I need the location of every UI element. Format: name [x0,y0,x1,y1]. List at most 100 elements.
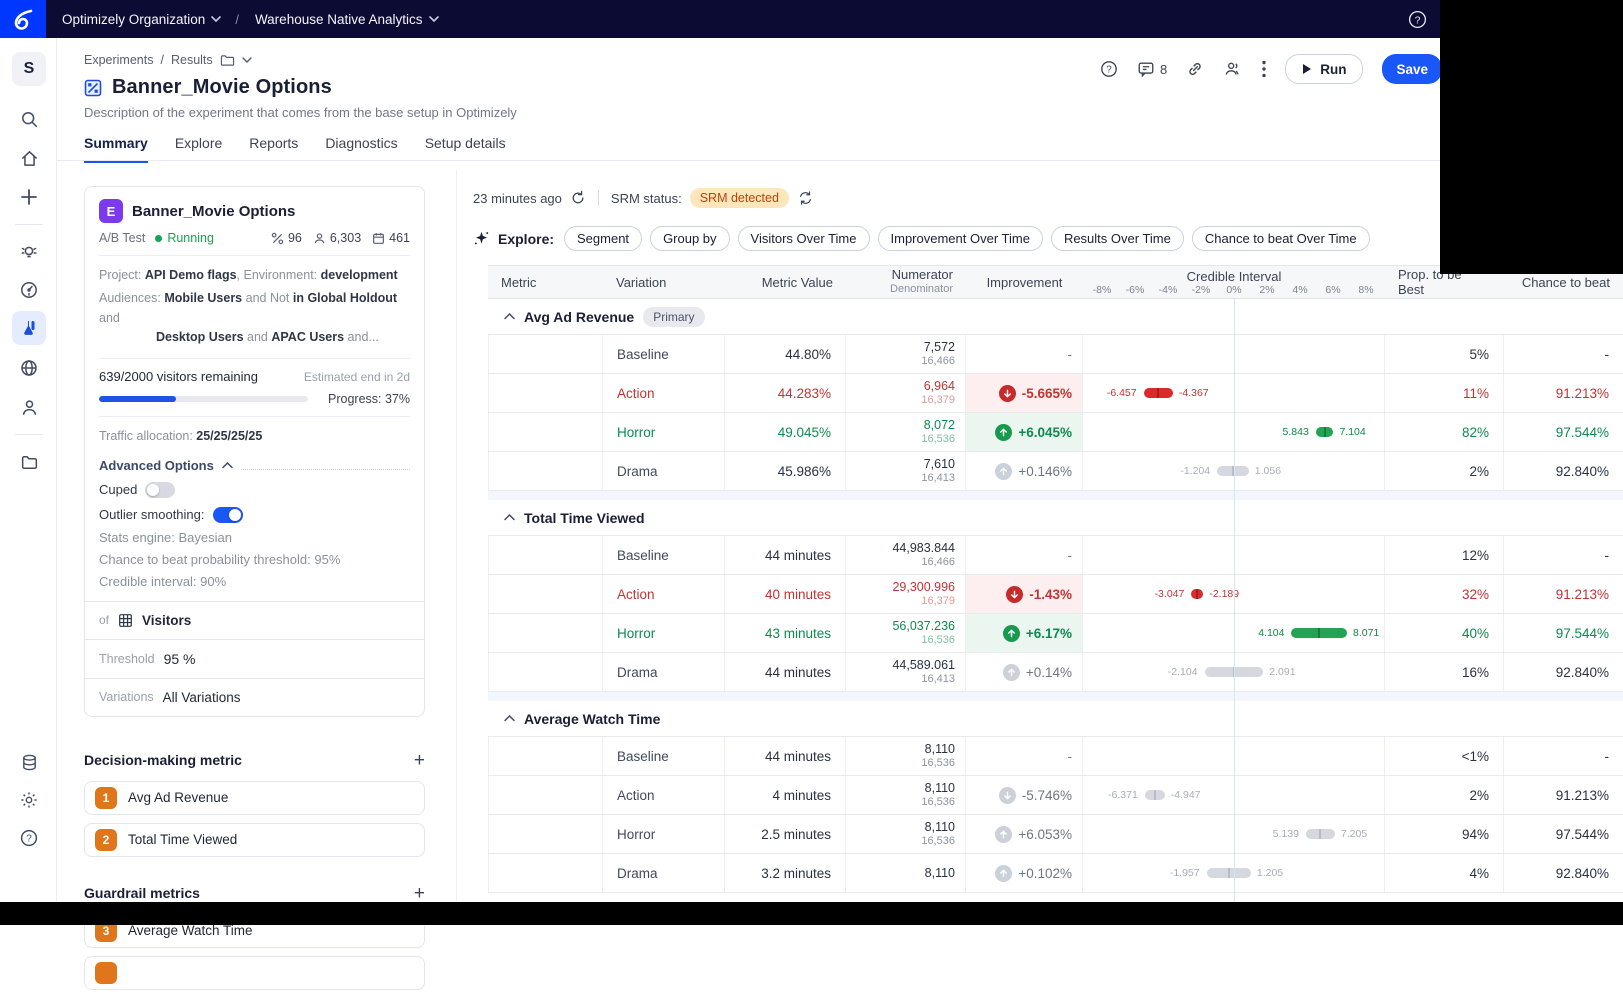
explore-pill-chance-to-beat-over-time[interactable]: Chance to beat Over Time [1192,226,1370,251]
improvement-cell: -5.665% [966,374,1083,412]
chevron-down-icon [211,16,221,22]
explore-pill-improvement-over-time[interactable]: Improvement Over Time [878,226,1043,251]
advanced-detail: Chance to beat probability threshold: 95… [99,552,410,567]
gauge-icon[interactable] [12,273,46,307]
navbar-help-icon[interactable]: ? [1408,10,1427,29]
metric-section-header[interactable]: Avg Ad RevenuePrimary [488,299,1623,335]
ci-high-label: 7.104 [1339,426,1365,438]
explore-pill-segment[interactable]: Segment [564,226,642,251]
cuped-toggle[interactable] [145,482,175,498]
create-plus-icon[interactable] [12,180,46,214]
audiences-line: Audiences: Mobile Users and Not in Globa… [99,289,410,328]
primary-metric-pill: Primary [643,307,704,327]
credible-interval-cell [1083,335,1385,373]
tab-diagnostics[interactable]: Diagnostics [325,135,397,163]
ci-bar [1306,829,1335,839]
breadcrumb-results[interactable]: Results [171,53,213,67]
ideas-lightbulb-icon[interactable] [12,235,46,269]
tab-summary[interactable]: Summary [84,135,148,163]
tab-setup-details[interactable]: Setup details [425,135,506,163]
share-link-icon[interactable] [1186,60,1204,78]
optimizely-logo[interactable] [0,0,46,38]
decision-metric-header: Decision-making metric + [84,751,425,770]
improvement-value: - [1068,548,1073,563]
ci-high-label: -2.189 [1209,588,1239,600]
add-guardrail-metric-button[interactable]: + [414,884,425,903]
help-icon[interactable]: ? [12,821,46,855]
folder-tab-icon[interactable] [220,54,235,67]
traffic-allocation: Traffic allocation: 25/25/25/25 [99,427,410,446]
denominator-selector[interactable]: of Visitors [85,601,424,639]
improvement-cell: -5.746% [966,776,1083,814]
add-decision-metric-button[interactable]: + [414,751,425,770]
home-icon[interactable] [12,141,46,175]
prop-to-be-best: 40% [1385,614,1504,652]
page-title-row: Banner_Movie Options [84,76,332,99]
decision-metric-title: Decision-making metric [84,752,242,768]
metric-section-header[interactable]: Total Time Viewed [488,500,1623,536]
col-header-numerator: NumeratorDenominator [846,266,966,298]
experiments-flask-icon[interactable] [12,311,46,345]
product-switcher[interactable]: Warehouse Native Analytics [255,12,439,27]
tab-reports[interactable]: Reports [249,135,298,163]
metric-value: 44.283% [725,374,846,412]
explore-pill-results-over-time[interactable]: Results Over Time [1051,226,1184,251]
improvement-value: +6.17% [1026,626,1072,641]
chevron-down-icon[interactable] [242,57,252,63]
improvement-value: +6.045% [1018,425,1072,440]
collaborators-icon[interactable] [1223,60,1243,78]
breadcrumb-experiments[interactable]: Experiments [84,53,153,67]
variations-selector[interactable]: Variations All Variations [85,678,424,716]
rollouts-globe-icon[interactable] [12,351,46,385]
col-header-metric-value: Metric Value [725,266,846,298]
chance-to-beat: 92.840% [1504,653,1623,691]
search-icon[interactable] [12,102,46,136]
decision-metric-card[interactable]: 2Total Time Viewed [84,823,425,857]
data-database-icon[interactable] [12,745,46,779]
ci-low-label: -1.204 [1180,465,1210,477]
result-row-action: Action44.283%6,96416,379-5.665%-6.457-4.… [488,374,1623,413]
variation-name: Horror [603,815,725,853]
decision-metric-card[interactable]: 1Avg Ad Revenue [84,781,425,815]
credible-interval-cell [1083,536,1385,574]
save-button[interactable]: Save [1382,54,1442,84]
explore-pill-visitors-over-time[interactable]: Visitors Over Time [738,226,870,251]
experiment-stat: 6,303 [313,231,361,245]
improvement-arrow-up-icon [1003,625,1020,642]
explore-pill-group-by[interactable]: Group by [650,226,729,251]
run-button[interactable]: Run [1285,54,1363,84]
org-switcher[interactable]: Optimizely Organization [62,12,221,27]
grid-table-icon [118,613,133,628]
settings-gear-icon[interactable] [12,783,46,817]
advanced-options-toggle[interactable]: Advanced Options [99,458,410,473]
ci-tick-label: -4% [1159,284,1178,296]
last-updated: 23 minutes ago [473,191,562,206]
ci-bar [1145,790,1165,800]
guardrail-metric-card[interactable] [84,956,425,990]
metric-value: 44.80% [725,335,846,373]
kebab-menu-icon[interactable] [1262,60,1266,78]
help-circle-icon[interactable]: ? [1100,60,1118,78]
redaction-top-right [1440,0,1623,274]
progress-label: Progress: 37% [328,392,410,406]
rerun-srm-icon[interactable] [797,190,814,206]
workspace-avatar[interactable]: S [12,52,46,86]
outlier-smoothing-toggle[interactable] [213,507,243,523]
advanced-options-label: Advanced Options [99,458,214,473]
chance-to-beat: 92.840% [1504,854,1623,892]
threshold-selector[interactable]: Threshold 95 % [85,639,424,678]
explore-label: Explore: [498,231,554,247]
svg-text:?: ? [1415,15,1421,26]
redaction-bottom-bar [0,902,1623,925]
result-row-baseline: Baseline44 minutes8,11016,536-<1%- [488,737,1623,776]
tab-explore[interactable]: Explore [175,135,222,163]
folder-icon[interactable] [12,445,46,479]
profiles-person-icon[interactable] [12,390,46,424]
refresh-icon[interactable] [570,190,586,206]
ci-axis-ticks: -8%-6%-4%-2%0%2%4%6%8% [1083,284,1385,297]
comments-icon[interactable]: 8 [1137,60,1167,78]
breadcrumb-slash: / [160,53,163,67]
play-icon [1302,63,1312,75]
credible-interval-cell: 5.1397.205 [1083,815,1385,853]
metric-section-header[interactable]: Average Watch Time [488,701,1623,737]
